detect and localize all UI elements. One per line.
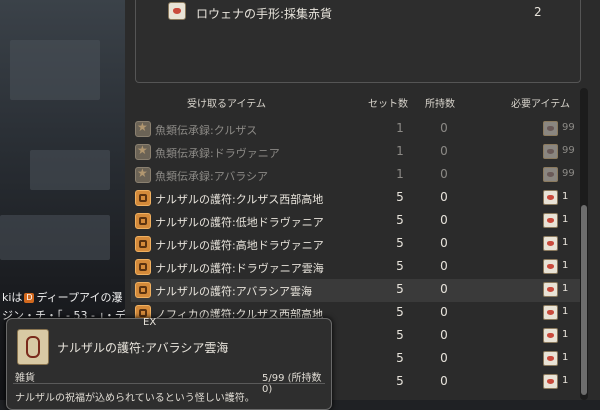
owned-count: 0 [440, 305, 448, 319]
duty-tag-icon: D [24, 293, 35, 303]
set-count: 5 [396, 213, 404, 227]
set-count: 5 [396, 305, 404, 319]
item-name: ナルザルの護符:アバラシア雲海 [155, 285, 313, 298]
list-item[interactable]: ナルザルの護符:クルザス西部高地 5 0 1 [131, 187, 581, 210]
list-item[interactable]: ナルザルの護符:高地ドラヴァニア 5 0 1 [131, 233, 581, 256]
chat-log: kiは D ディープアイの瀑 ジン・チ・「 - 53 - 」・デ [0, 287, 135, 321]
scene-wall [10, 40, 100, 100]
header-receive: 受け取るアイテム [187, 99, 266, 110]
required-count: 1 [562, 191, 569, 202]
required-item-icon [543, 236, 558, 251]
item-name: ナルザルの護符:高地ドラヴァニア [155, 239, 324, 252]
owned-count: 0 [440, 374, 448, 388]
star-icon [135, 166, 151, 183]
currency-name: ロウェナの手形:採集赤貨 [196, 7, 333, 21]
set-count: 5 [396, 328, 404, 342]
set-count: 5 [396, 190, 404, 204]
required-count: 1 [562, 237, 569, 248]
seal-icon [168, 2, 186, 20]
list-item[interactable]: ナルザルの護符:アバラシア雲海 5 0 1 [131, 279, 581, 302]
required-item-icon [543, 259, 558, 274]
required-item-icon [543, 144, 558, 159]
currency-box: ロウェナの手形:採集赤貨 2 [135, 0, 581, 83]
chat-text: kiは [2, 291, 23, 304]
list-header: 受け取るアイテム セット数 所持数 必要アイテム [135, 93, 585, 110]
owned-count: 0 [440, 213, 448, 227]
currency-value: 2 [534, 5, 542, 19]
divider [13, 383, 325, 384]
required-count: 1 [562, 375, 569, 386]
owned-count: 0 [440, 351, 448, 365]
set-count: 5 [396, 259, 404, 273]
item-tooltip: EX ナルザルの護符:アバラシア雲海 雑貨 5/99 (所持数0) ナルザルの祝… [6, 317, 332, 410]
set-count: 1 [396, 167, 404, 181]
required-item-icon [543, 282, 558, 297]
tooltip-category: 雑貨 [15, 373, 35, 384]
tooltip-count: 5/99 (所持数0) [262, 373, 322, 395]
required-item-icon [543, 351, 558, 366]
tooltip-item-name: ナルザルの護符:アバラシア雲海 [57, 341, 229, 355]
required-count: 1 [562, 329, 569, 340]
amulet-icon [135, 213, 151, 229]
required-count: 1 [562, 214, 569, 225]
owned-count: 0 [440, 121, 448, 135]
expansion-label: EX [143, 317, 157, 328]
item-name: 魚類伝承録:アバラシア [155, 170, 269, 183]
amulet-icon [135, 190, 151, 206]
required-item-icon [543, 328, 558, 343]
list-item[interactable]: 魚類伝承録:クルザス 1 0 99 [131, 118, 581, 141]
amulet-icon [135, 282, 151, 298]
currency-item[interactable]: ロウェナの手形:採集赤貨 2 [168, 2, 568, 24]
item-name: 魚類伝承録:クルザス [155, 124, 258, 137]
item-name: ナルザルの護符:クルザス西部高地 [155, 193, 324, 206]
required-count: 1 [562, 306, 569, 317]
required-count: 99 [562, 122, 575, 133]
required-item-icon [543, 190, 558, 205]
chat-text: ディープアイの瀑 [36, 291, 123, 304]
star-icon [135, 143, 151, 160]
set-count: 1 [396, 144, 404, 158]
owned-count: 0 [440, 167, 448, 181]
required-item-icon [543, 167, 558, 182]
amulet-icon [17, 329, 49, 365]
owned-count: 0 [440, 190, 448, 204]
scrollbar-thumb[interactable] [581, 205, 587, 395]
header-sets: セット数 [368, 99, 408, 110]
set-count: 5 [396, 282, 404, 296]
set-count: 5 [396, 374, 404, 388]
item-name: ナルザルの護符:ドラヴァニア雲海 [155, 262, 324, 275]
required-item-icon [543, 121, 558, 136]
list-item[interactable]: ナルザルの護符:ドラヴァニア雲海 5 0 1 [131, 256, 581, 279]
header-required: 必要アイテム [511, 99, 570, 110]
required-item-icon [543, 374, 558, 389]
item-name: ナルザルの護符:低地ドラヴァニア [155, 216, 324, 229]
required-count: 1 [562, 283, 569, 294]
header-owned: 所持数 [425, 99, 455, 110]
amulet-icon [135, 236, 151, 252]
set-count: 1 [396, 121, 404, 135]
set-count: 5 [396, 236, 404, 250]
list-item[interactable]: ナルザルの護符:低地ドラヴァニア 5 0 1 [131, 210, 581, 233]
required-item-icon [543, 213, 558, 228]
scene-floor [0, 215, 110, 260]
list-item[interactable]: 魚類伝承録:アバラシア 1 0 99 [131, 164, 581, 187]
owned-count: 0 [440, 259, 448, 273]
set-count: 5 [396, 351, 404, 365]
chat-line: kiは D ディープアイの瀑 [2, 289, 122, 305]
tooltip-description: ナルザルの祝福が込められているという怪しい護符。 [15, 393, 255, 404]
required-item-icon [543, 305, 558, 320]
item-name: 魚類伝承録:ドラヴァニア [155, 147, 280, 160]
list-item[interactable]: 魚類伝承録:ドラヴァニア 1 0 99 [131, 141, 581, 164]
star-icon [135, 120, 151, 137]
owned-count: 0 [440, 236, 448, 250]
amulet-icon [135, 259, 151, 275]
scene-ledge [30, 150, 110, 190]
owned-count: 0 [440, 328, 448, 342]
required-count: 99 [562, 168, 575, 179]
required-count: 99 [562, 145, 575, 156]
owned-count: 0 [440, 282, 448, 296]
required-count: 1 [562, 260, 569, 271]
owned-count: 0 [440, 144, 448, 158]
required-count: 1 [562, 352, 569, 363]
